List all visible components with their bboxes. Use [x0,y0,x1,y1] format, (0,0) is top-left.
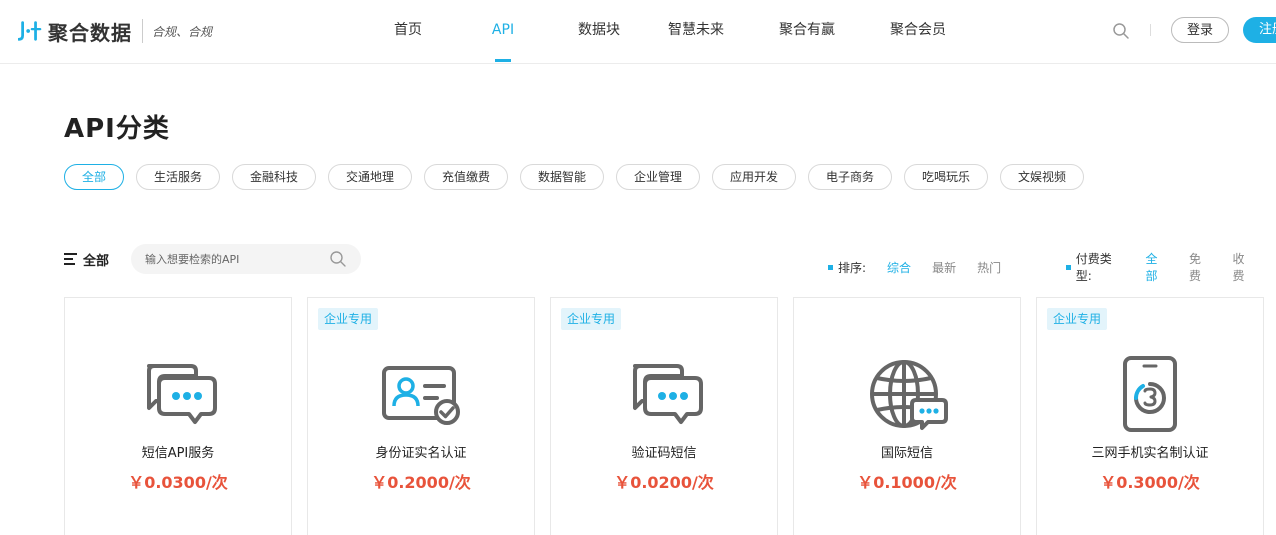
api-card[interactable]: 企业专用 三网手机实名制认证 ￥0.3000/次 [1036,297,1264,535]
pay-type-option-all[interactable]: 全部 [1145,250,1168,284]
login-button[interactable]: 登录 [1171,17,1229,43]
category-tag-ecommerce[interactable]: 电子商务 [808,164,892,190]
category-tag-entertainment[interactable]: 文娱视频 [1000,164,1084,190]
pay-type-label: 付费类型: [1075,252,1112,283]
nav-item-api[interactable]: API [491,0,515,64]
api-card-price: ￥0.0200/次 [614,473,714,492]
api-card[interactable]: 企业专用 身份证实名认证 ￥0.2000/次 [307,297,535,535]
sort-label: 排序: [838,260,867,275]
api-card-price: ￥0.2000/次 [371,473,471,492]
brand-name: 聚合数据 [48,20,132,45]
chat-bubbles-icon [625,356,705,436]
sort-option-popular[interactable]: 热门 [977,259,1001,276]
api-card-name: 国际短信 [880,446,933,461]
pay-type-filter: 付费类型: 全部 免费 收费 [1066,252,1276,283]
header-separator [1150,24,1151,36]
pay-type-option-paid[interactable]: 收费 [1233,250,1256,284]
category-tag-app-dev[interactable]: 应用开发 [712,164,796,190]
chat-bubbles-icon [139,356,219,436]
main-nav: 首页 API 数据块 智慧未来 聚合有赢 聚合会员 [380,0,946,64]
logo-mark-icon [18,19,42,43]
api-card-price: ￥0.1000/次 [857,473,957,492]
search-icon[interactable] [329,250,347,268]
phone-three-icon [1111,356,1191,436]
sort-filter: 排序: 综合 最新 热门 [828,258,1022,276]
category-tag-all[interactable]: 全部 [64,164,124,190]
nav-item-membership[interactable]: 聚合会员 [890,0,946,64]
list-icon [64,253,77,265]
nav-item-juhe-win[interactable]: 聚合有赢 [779,0,835,64]
nav-item-data-blocks[interactable]: 数据块 [571,0,627,64]
sort-option-newest[interactable]: 最新 [932,259,956,276]
pay-type-option-free[interactable]: 免费 [1189,250,1212,284]
enterprise-badge: 企业专用 [318,308,379,330]
brand-logo[interactable]: 聚合数据 合规、合规 [18,14,212,48]
api-card-name: 验证码短信 [631,446,697,461]
register-button[interactable]: 注册 [1243,17,1276,43]
category-tag-life-services[interactable]: 生活服务 [136,164,220,190]
api-card[interactable]: 国际短信 ￥0.1000/次 [793,297,1021,535]
id-card-icon [382,356,462,436]
category-tag-fintech[interactable]: 金融科技 [232,164,316,190]
enterprise-badge: 企业专用 [561,308,622,330]
sort-option-comprehensive[interactable]: 综合 [887,259,911,276]
logo-divider [142,19,143,43]
category-tag-recharge[interactable]: 充值缴费 [424,164,508,190]
api-search-box [131,244,361,274]
api-card-name: 短信API服务 [141,446,215,461]
nav-item-home[interactable]: 首页 [380,0,436,64]
nav-item-smart-future[interactable]: 智慧未来 [668,0,724,64]
api-card-price: ￥0.3000/次 [1100,473,1200,492]
category-title: API分类 [64,114,170,144]
enterprise-badge: 企业专用 [1047,308,1108,330]
pay-type-bullet-icon [1066,264,1071,270]
sort-bullet-icon [828,264,833,270]
api-search-input[interactable] [145,249,325,269]
top-header: 聚合数据 合规、合规 首页 API 数据块 智慧未来 聚合有赢 聚合会员 登录 … [0,0,1276,64]
all-apis-label: 全部 [83,253,110,269]
api-card[interactable]: 企业专用 验证码短信 ￥0.0200/次 [550,297,778,535]
brand-slogan: 合规、合规 [152,24,213,39]
category-tag-food-fun[interactable]: 吃喝玩乐 [904,164,988,190]
category-tag-enterprise[interactable]: 企业管理 [616,164,700,190]
search-icon[interactable] [1112,22,1130,40]
category-tag-transport-geo[interactable]: 交通地理 [328,164,412,190]
api-card[interactable]: 短信API服务 ￥0.0300/次 [64,297,292,535]
category-tag-data-intelligence[interactable]: 数据智能 [520,164,604,190]
globe-message-icon [868,356,948,436]
api-card-name: 身份证实名认证 [375,446,467,461]
all-apis-toggle[interactable]: 全部 [64,249,109,269]
api-card-name: 三网手机实名制认证 [1091,446,1209,461]
api-card-price: ￥0.0300/次 [128,473,228,492]
